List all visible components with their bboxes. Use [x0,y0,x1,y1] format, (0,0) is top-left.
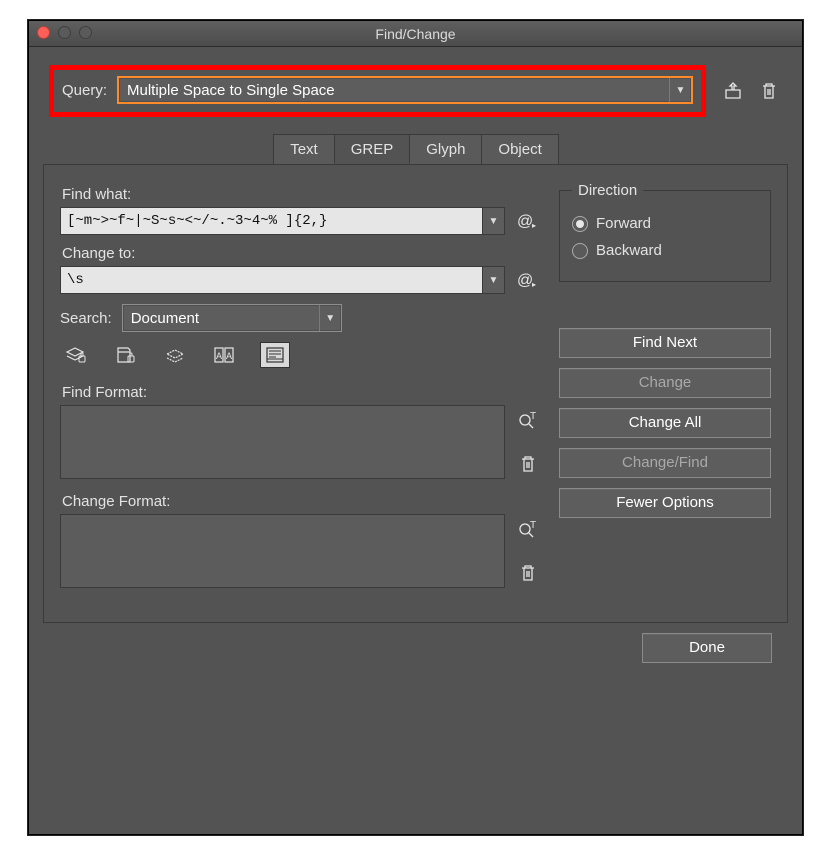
search-scope-value: Document [123,310,319,327]
svg-text:T: T [530,411,536,422]
include-locked-layers-icon[interactable] [60,342,90,368]
search-scope-dropdown[interactable]: Document ▼ [122,304,342,332]
change-to-input[interactable]: \s ▼ [60,266,505,294]
find-what-value: [~m~>~f~|~S~s~<~/~.~3~4~% ]{2,} [61,208,482,234]
change-all-button[interactable]: Change All [559,408,771,438]
change-format-box[interactable] [60,514,505,588]
special-characters-icon[interactable]: @▸ [515,267,541,293]
tab-grep[interactable]: GREP [334,134,411,164]
find-next-button[interactable]: Find Next [559,328,771,358]
svg-text:@: @ [517,213,533,230]
chevron-down-icon: ▼ [669,78,691,102]
minimize-icon [58,26,71,39]
window-controls [37,26,92,39]
find-change-dialog: Find/Change Query: Multiple Space to Sin… [28,20,803,835]
radio-icon [572,243,588,259]
radio-icon [572,216,588,232]
change-find-button[interactable]: Change/Find [559,448,771,478]
direction-backward-option[interactable]: Backward [572,242,758,259]
direction-forward-label: Forward [596,215,651,232]
specify-format-icon[interactable]: T [515,516,541,542]
tab-text[interactable]: Text [273,134,335,164]
include-master-pages-icon[interactable]: AA [210,342,240,368]
find-what-input[interactable]: [~m~>~f~|~S~s~<~/~.~3~4~% ]{2,} ▼ [60,207,505,235]
svg-text:A: A [216,351,222,361]
panel-grep: Find what: [~m~>~f~|~S~s~<~/~.~3~4~% ]{2… [43,164,788,623]
find-what-label: Find what: [62,186,541,203]
zoom-icon [79,26,92,39]
chevron-down-icon[interactable]: ▼ [482,267,504,293]
direction-fieldset: Direction Forward Backward [559,182,771,282]
change-format-label: Change Format: [62,493,541,510]
svg-text:▸: ▸ [532,221,536,230]
trash-icon[interactable] [756,78,782,104]
direction-legend: Direction [572,182,643,199]
change-to-label: Change to: [62,245,541,262]
svg-text:T: T [530,520,536,531]
titlebar: Find/Change [29,21,802,47]
special-characters-icon[interactable]: @▸ [515,208,541,234]
query-label: Query: [62,82,107,99]
close-icon[interactable] [37,26,50,39]
change-button[interactable]: Change [559,368,771,398]
search-label: Search: [60,310,112,327]
include-hidden-layers-icon[interactable] [160,342,190,368]
direction-backward-label: Backward [596,242,662,259]
tab-glyph[interactable]: Glyph [409,134,482,164]
tab-object[interactable]: Object [481,134,558,164]
find-format-label: Find Format: [62,384,541,401]
find-format-box[interactable] [60,405,505,479]
change-to-value: \s [61,267,482,293]
clear-format-trash-icon[interactable] [515,451,541,477]
tabset: Text GREP Glyph Object [43,134,788,165]
svg-text:A: A [226,351,232,361]
include-footnotes-icon[interactable] [260,342,290,368]
save-query-icon[interactable] [720,78,746,104]
direction-forward-option[interactable]: Forward [572,215,758,232]
specify-format-icon[interactable]: T [515,407,541,433]
svg-text:@: @ [517,272,533,289]
chevron-down-icon: ▼ [319,305,341,331]
search-options: AA [60,342,541,368]
chevron-down-icon[interactable]: ▼ [482,208,504,234]
done-button[interactable]: Done [642,633,772,663]
clear-format-trash-icon[interactable] [515,560,541,586]
include-locked-stories-icon[interactable] [110,342,140,368]
fewer-options-button[interactable]: Fewer Options [559,488,771,518]
window-title: Find/Change [375,26,455,42]
query-highlight: Query: Multiple Space to Single Space ▼ [49,65,706,117]
query-dropdown[interactable]: Multiple Space to Single Space ▼ [117,76,693,104]
query-dropdown-value: Multiple Space to Single Space [119,82,669,99]
svg-text:▸: ▸ [532,280,536,289]
